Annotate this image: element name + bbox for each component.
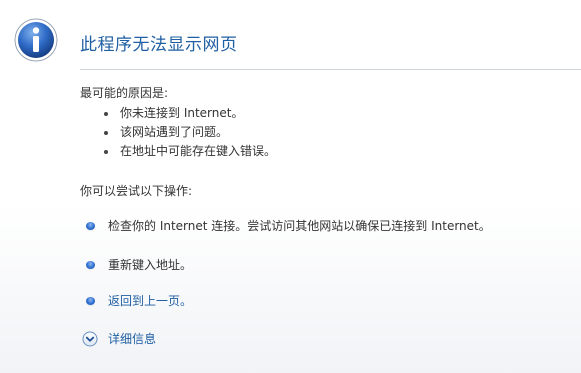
page-title: 此程序无法显示网页 bbox=[80, 35, 238, 55]
actions-heading: 你可以尝试以下操作: bbox=[80, 184, 193, 198]
action-text: 重新键入地址。 bbox=[108, 258, 193, 272]
causes-heading: 最可能的原因是: bbox=[80, 86, 169, 100]
list-item: 在地址中可能存在键入错误。 bbox=[104, 142, 276, 161]
list-item: 你未连接到 Internet。 bbox=[104, 104, 276, 123]
blue-bullet-icon bbox=[86, 221, 95, 230]
go-back-link[interactable]: 返回到上一页。 bbox=[108, 292, 192, 309]
cause-text: 你未连接到 Internet。 bbox=[120, 106, 244, 120]
causes-list: 你未连接到 Internet。 该网站遇到了问题。 在地址中可能存在键入错误。 bbox=[104, 104, 276, 161]
title-divider bbox=[80, 69, 581, 70]
more-info-toggle[interactable]: 详细信息 bbox=[82, 330, 156, 347]
cause-text: 在地址中可能存在键入错误。 bbox=[120, 144, 277, 158]
more-info-label[interactable]: 详细信息 bbox=[108, 330, 156, 347]
list-item: 该网站遇到了问题。 bbox=[104, 123, 276, 142]
info-icon bbox=[14, 18, 58, 62]
blue-bullet-icon bbox=[86, 296, 95, 305]
bullet-dot-icon bbox=[104, 131, 108, 135]
action-check-connection: 检查你的 Internet 连接。尝试访问其他网站以确保已连接到 Interne… bbox=[86, 217, 491, 234]
action-text: 检查你的 Internet 连接。尝试访问其他网站以确保已连接到 Interne… bbox=[108, 219, 491, 233]
expand-chevron-icon[interactable] bbox=[82, 331, 98, 347]
blue-bullet-icon bbox=[86, 260, 95, 269]
bullet-dot-icon bbox=[104, 112, 108, 116]
bullet-dot-icon bbox=[104, 150, 108, 154]
action-go-back: 返回到上一页。 bbox=[86, 292, 192, 309]
cause-text: 该网站遇到了问题。 bbox=[120, 125, 229, 139]
action-retype-address: 重新键入地址。 bbox=[86, 256, 192, 273]
error-page: 此程序无法显示网页 最可能的原因是: 你未连接到 Internet。 该网站遇到… bbox=[0, 0, 581, 373]
